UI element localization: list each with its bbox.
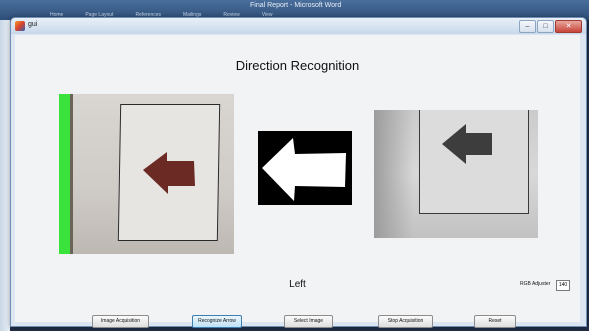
window-controls: – □ ✕ <box>519 20 582 33</box>
background-window-title: Final Report - Microsoft Word <box>250 2 342 9</box>
background-document-margin <box>0 20 10 331</box>
gui-client-area: Direction Recognition Left Image Acquisi… <box>15 35 580 328</box>
recognize-arrow-button[interactable]: Recognize Arrow <box>192 315 242 328</box>
gui-window: gui – □ ✕ Direction Recognition Left Ima… <box>10 17 587 328</box>
close-button[interactable]: ✕ <box>555 20 582 33</box>
window-titlebar[interactable]: gui – □ ✕ <box>11 18 586 34</box>
matlab-icon <box>15 21 25 31</box>
image-acquisition-button[interactable]: Image Acquisition <box>92 315 149 328</box>
arrow-left-photo-icon <box>143 152 195 194</box>
rgb-adjuster-label: RGB Adjuster <box>520 281 551 287</box>
minimize-button[interactable]: – <box>519 20 536 33</box>
maximize-button[interactable]: □ <box>537 20 554 33</box>
grayscale-image-axes <box>374 110 538 238</box>
rgb-adjuster-input[interactable]: 140 <box>556 280 570 291</box>
direction-result: Left <box>289 279 306 290</box>
arrow-left-grayscale-icon <box>442 124 492 164</box>
page-title: Direction Recognition <box>235 58 360 73</box>
select-image-button[interactable]: Select Image <box>284 315 333 328</box>
window-title: gui <box>28 21 38 28</box>
binary-image-axes <box>258 131 352 205</box>
reset-button[interactable]: Reset <box>474 315 516 328</box>
arrow-left-binary-icon <box>262 138 346 201</box>
stop-acquisition-button[interactable]: Stop Acquisition <box>378 315 433 328</box>
camera-image-axes <box>59 94 234 254</box>
